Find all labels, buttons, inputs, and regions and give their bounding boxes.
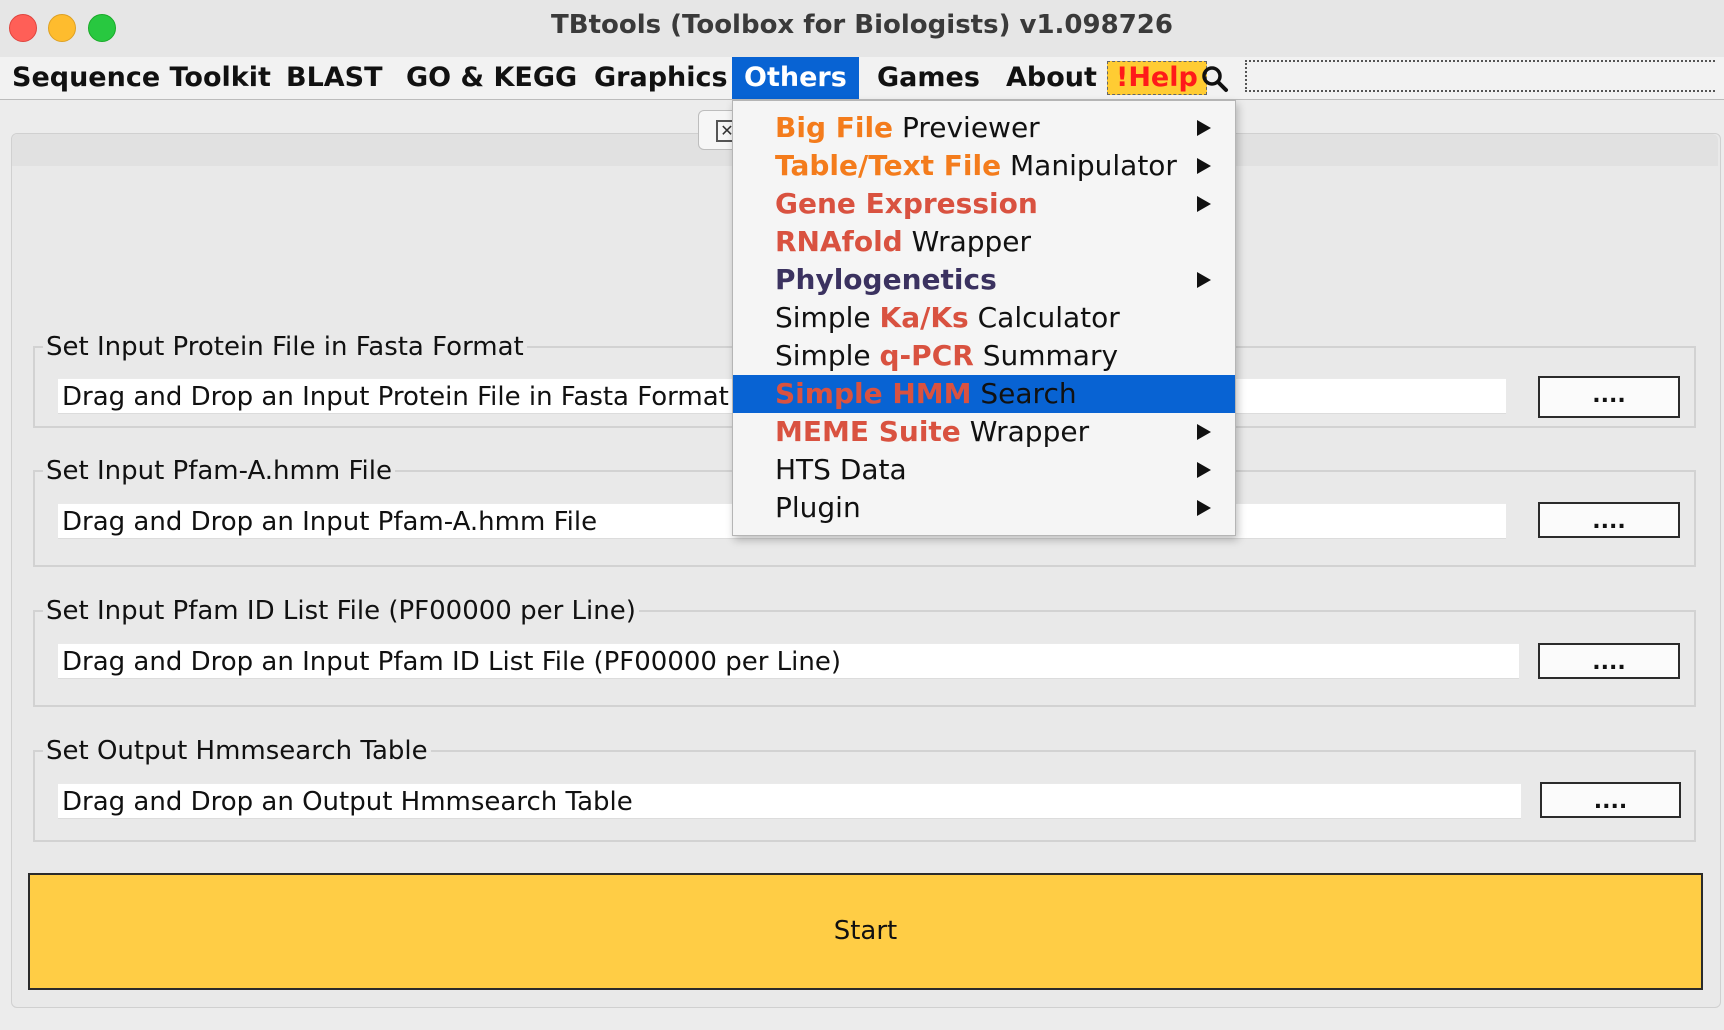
menu-item-label-part: Manipulator xyxy=(1001,149,1177,182)
toolbar-drop-area[interactable] xyxy=(1245,60,1715,92)
submenu-arrow-icon xyxy=(1197,120,1211,136)
submenu-arrow-icon xyxy=(1197,196,1211,212)
others-menu-item[interactable]: Table/Text File Manipulator xyxy=(733,147,1235,185)
others-menu-item[interactable]: Big File Previewer xyxy=(733,109,1235,147)
menu-item-label: Simple HMM Search xyxy=(775,375,1077,413)
menu-item-label-part: Ka/Ks xyxy=(879,301,969,334)
others-menu-item[interactable]: Gene Expression xyxy=(733,185,1235,223)
menu-item-label: HTS Data xyxy=(775,451,907,489)
menu-graphics[interactable]: Graphics xyxy=(582,57,740,99)
title-bar: TBtools (Toolbox for Biologists) v1.0987… xyxy=(0,0,1724,58)
menu-item-label: Gene Expression xyxy=(775,185,1038,223)
menu-item-label-part: Simple xyxy=(775,301,880,334)
menu-go-kegg[interactable]: GO & KEGG xyxy=(394,57,589,99)
submenu-arrow-icon xyxy=(1197,500,1211,516)
menu-item-label-part: Wrapper xyxy=(902,225,1032,258)
menu-item-label: Phylogenetics xyxy=(775,261,997,299)
browse-pfam-hmm-button[interactable]: .... xyxy=(1538,502,1680,538)
menu-about[interactable]: About xyxy=(994,57,1109,99)
group-legend: Set Input Pfam ID List File (PF00000 per… xyxy=(46,596,636,626)
others-menu-item[interactable]: Simple q-PCR Summary xyxy=(733,337,1235,375)
magnifier-icon[interactable] xyxy=(1201,65,1229,93)
menu-item-label-part: Gene Expression xyxy=(775,187,1038,220)
others-menu-item[interactable]: Phylogenetics xyxy=(733,261,1235,299)
output-table-field[interactable]: Drag and Drop an Output Hmmsearch Table xyxy=(58,783,1521,819)
menu-item-label: Big File Previewer xyxy=(775,109,1040,147)
menu-item-label: MEME Suite Wrapper xyxy=(775,413,1089,451)
menu-games[interactable]: Games xyxy=(865,57,992,99)
menu-item-label-part: Simple HMM xyxy=(775,377,972,410)
others-menu-item[interactable]: Plugin xyxy=(733,489,1235,527)
menu-item-label-part: Simple xyxy=(775,339,880,372)
menu-item-label-part: RNAfold xyxy=(775,225,903,258)
menu-item-label: RNAfold Wrapper xyxy=(775,223,1031,261)
menu-item-label-part: MEME Suite xyxy=(775,415,961,448)
menu-item-label-part: Plugin xyxy=(775,491,861,524)
menu-sequence-toolkit[interactable]: Sequence Toolkit xyxy=(0,57,283,99)
menu-item-label: Plugin xyxy=(775,489,861,527)
menu-item-label-part: Summary xyxy=(973,339,1119,372)
others-menu-item[interactable]: Simple HMM Search xyxy=(733,375,1235,413)
menu-help[interactable]: !Help xyxy=(1107,61,1207,95)
submenu-arrow-icon xyxy=(1197,272,1211,288)
group-legend: Set Output Hmmsearch Table xyxy=(46,736,428,766)
menu-item-label-part: Big File xyxy=(775,111,894,144)
browse-output-button[interactable]: .... xyxy=(1540,782,1681,818)
others-menu-item[interactable]: RNAfold Wrapper xyxy=(733,223,1235,261)
menu-others[interactable]: Others xyxy=(732,57,859,99)
submenu-arrow-icon xyxy=(1197,424,1211,440)
menu-item-label-part: Table/Text File xyxy=(775,149,1002,182)
menu-item-label-part: HTS Data xyxy=(775,453,907,486)
browse-pfam-id-button[interactable]: .... xyxy=(1538,643,1680,679)
menu-item-label-part: Calculator xyxy=(968,301,1120,334)
menu-item-label-part: Search xyxy=(971,377,1077,410)
group-legend: Set Input Protein File in Fasta Format xyxy=(46,332,524,362)
menu-item-label: Simple q-PCR Summary xyxy=(775,337,1118,375)
others-dropdown-menu: Big File Previewer Table/Text File Manipu… xyxy=(732,100,1236,536)
window-title: TBtools (Toolbox for Biologists) v1.0987… xyxy=(551,10,1173,40)
submenu-arrow-icon xyxy=(1197,462,1211,478)
menu-item-label-part: Previewer xyxy=(893,111,1040,144)
menu-item-label-part: q-PCR xyxy=(879,339,974,372)
menu-item-label: Simple Ka/Ks Calculator xyxy=(775,299,1120,337)
menu-item-label-part: Phylogenetics xyxy=(775,263,997,296)
others-menu-item[interactable]: HTS Data xyxy=(733,451,1235,489)
others-menu-item[interactable]: Simple Ka/Ks Calculator xyxy=(733,299,1235,337)
submenu-arrow-icon xyxy=(1197,158,1211,174)
menu-blast[interactable]: BLAST xyxy=(274,57,395,99)
browse-protein-button[interactable]: .... xyxy=(1538,376,1680,418)
group-legend: Set Input Pfam-A.hmm File xyxy=(46,456,392,486)
menu-item-label-part: Wrapper xyxy=(960,415,1090,448)
pfam-id-list-field[interactable]: Drag and Drop an Input Pfam ID List File… xyxy=(58,643,1519,679)
start-button[interactable]: Start xyxy=(28,873,1703,990)
menu-item-label: Table/Text File Manipulator xyxy=(775,147,1177,185)
others-menu-item[interactable]: MEME Suite Wrapper xyxy=(733,413,1235,451)
